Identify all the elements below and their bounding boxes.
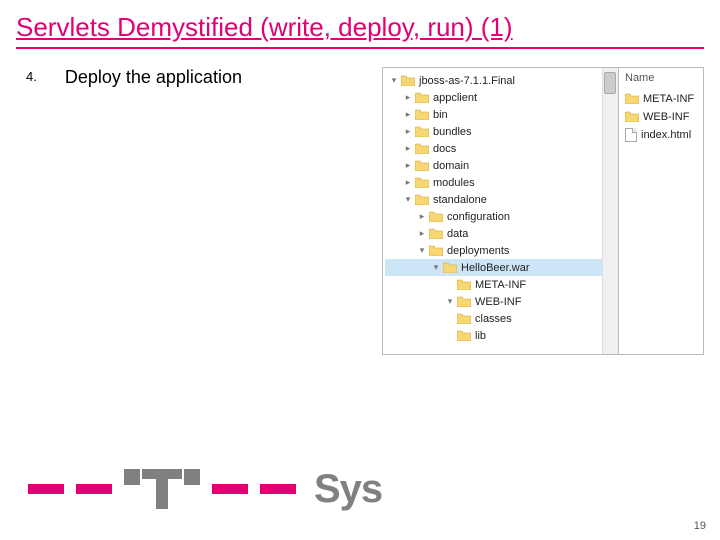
file-icon (625, 128, 637, 142)
tree-item[interactable]: lib (385, 327, 612, 344)
tree-item-label: deployments (447, 245, 509, 257)
tree-item-label: bin (433, 109, 448, 121)
tree-item[interactable]: ▾ WEB-INF (385, 293, 612, 310)
folder-icon (415, 109, 429, 120)
folder-icon (457, 279, 471, 290)
logo-dash (212, 484, 248, 494)
list-item[interactable]: META-INF (625, 90, 697, 107)
folder-icon (415, 160, 429, 171)
tree-item-label: lib (475, 330, 486, 342)
folder-icon (625, 111, 639, 122)
tree-item-label: configuration (447, 211, 510, 223)
chevron-down-icon[interactable]: ▾ (389, 76, 399, 86)
chevron-right-icon[interactable]: ▸ (403, 93, 413, 103)
tree-item[interactable]: ▸ docs (385, 140, 612, 157)
chevron-right-icon[interactable]: ▸ (403, 144, 413, 154)
tree-item[interactable]: ▸ bundles (385, 123, 612, 140)
chevron-right-icon[interactable]: ▸ (403, 127, 413, 137)
scrollbar-track[interactable] (602, 68, 618, 354)
list-item-label: META-INF (643, 93, 694, 105)
step-number: 4. (26, 69, 37, 84)
footer-logo: Sys (0, 466, 720, 512)
tree-pane: ▾ jboss-as-7.1.1.Final ▸ appclient ▸ bin ▸ bund… (383, 68, 618, 354)
folder-icon (457, 330, 471, 341)
list-item[interactable]: WEB-INF (625, 108, 697, 125)
folder-icon (415, 194, 429, 205)
tree-item[interactable]: ▾ standalone (385, 191, 612, 208)
folder-icon (429, 211, 443, 222)
tree-item[interactable]: ▾ jboss-as-7.1.1.Final (385, 72, 612, 89)
tree-item-label: data (447, 228, 468, 240)
folder-icon (401, 75, 415, 86)
folder-icon (415, 143, 429, 154)
chevron-right-icon[interactable]: ▸ (403, 110, 413, 120)
chevron-right-icon[interactable]: ▸ (403, 178, 413, 188)
chevron-right-icon[interactable]: ▸ (417, 229, 427, 239)
page-number: 19 (694, 520, 706, 532)
tree-item-label: META-INF (475, 279, 526, 291)
folder-icon (415, 126, 429, 137)
tree-item-label: domain (433, 160, 469, 172)
chevron-down-icon[interactable]: ▾ (445, 297, 455, 307)
tree-item[interactable]: ▸ configuration (385, 208, 612, 225)
logo-dash (260, 484, 296, 494)
tree-item-label: appclient (433, 92, 477, 104)
chevron-right-icon[interactable]: ▸ (403, 161, 413, 171)
file-explorer: ▾ jboss-as-7.1.1.Final ▸ appclient ▸ bin ▸ bund… (382, 67, 704, 355)
tree-item-label: classes (475, 313, 512, 325)
tree-item[interactable]: ▸ data (385, 225, 612, 242)
folder-icon (429, 245, 443, 256)
page-title: Servlets Demystified (write, deploy, run… (16, 12, 704, 49)
tree-item[interactable]: ▸ appclient (385, 89, 612, 106)
step-text: Deploy the application (65, 67, 242, 88)
tree-item[interactable]: ▸ modules (385, 174, 612, 191)
folder-icon (429, 228, 443, 239)
tree-item[interactable]: ▸ bin (385, 106, 612, 123)
tree-item[interactable]: classes (385, 310, 612, 327)
folder-icon (457, 313, 471, 324)
logo-dash (28, 484, 64, 494)
chevron-down-icon[interactable]: ▾ (403, 195, 413, 205)
tree-item-label: WEB-INF (475, 296, 521, 308)
tree-item-label: HelloBeer.war (461, 262, 529, 274)
list-item-label: WEB-INF (643, 111, 689, 123)
folder-icon (625, 93, 639, 104)
folder-icon (415, 92, 429, 103)
details-pane: Name META-INF WEB-INF index.html (618, 68, 703, 354)
chevron-down-icon[interactable]: ▾ (431, 263, 441, 273)
folder-icon (415, 177, 429, 188)
tree-item-label: standalone (433, 194, 487, 206)
tree-item-label: jboss-as-7.1.1.Final (419, 75, 515, 87)
tree-item[interactable]: ▾ deployments (385, 242, 612, 259)
chevron-down-icon[interactable]: ▾ (417, 246, 427, 256)
chevron-right-icon[interactable]: ▸ (417, 212, 427, 222)
tree-item-label: docs (433, 143, 456, 155)
slide: Servlets Demystified (write, deploy, run… (0, 0, 720, 540)
tree-item[interactable]: ▾ HelloBeer.war (385, 259, 612, 276)
logo-dash (76, 484, 112, 494)
list-item[interactable]: index.html (625, 126, 697, 143)
tree-item-label: bundles (433, 126, 472, 138)
tree-item[interactable]: META-INF (385, 276, 612, 293)
column-header-name[interactable]: Name (625, 72, 697, 84)
tree-item-label: modules (433, 177, 475, 189)
content-row: 4. Deploy the application ▾ jboss-as-7.1.… (16, 67, 704, 355)
folder-icon (457, 296, 471, 307)
t-logo-icon (124, 469, 200, 509)
folder-icon (443, 262, 457, 273)
logo-text: Sys (314, 467, 382, 512)
tree-item[interactable]: ▸ domain (385, 157, 612, 174)
scrollbar-thumb[interactable] (604, 72, 616, 94)
list-item-label: index.html (641, 129, 691, 141)
